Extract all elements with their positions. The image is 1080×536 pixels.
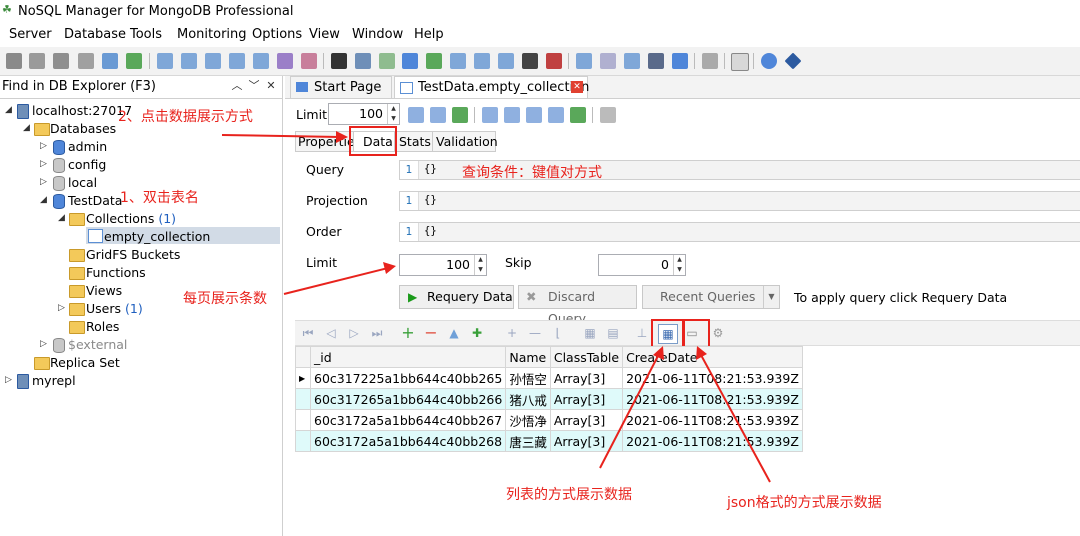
arrow-to-limit [283,267,389,295]
arrow-to-json-view [700,354,771,483]
arrowhead [383,262,396,274]
annotation-step1: 1、双击表名 [120,190,199,206]
annotation-query-note: 查询条件：键值对方式 [462,165,602,181]
annotation-step2: 2、点击数据展示方式 [118,109,253,125]
annotation-per-page: 每页展示条数 [183,291,267,307]
annotation-list-view: 列表的方式展示数据 [506,487,632,503]
arrowhead [336,131,348,143]
arrow-to-grid-view [599,353,660,469]
arrowhead [653,346,664,360]
arrow-to-data-tab [221,134,341,138]
annotation-arrows [221,131,771,483]
annotation-json-view: json格式的方式展示数据 [727,495,882,511]
